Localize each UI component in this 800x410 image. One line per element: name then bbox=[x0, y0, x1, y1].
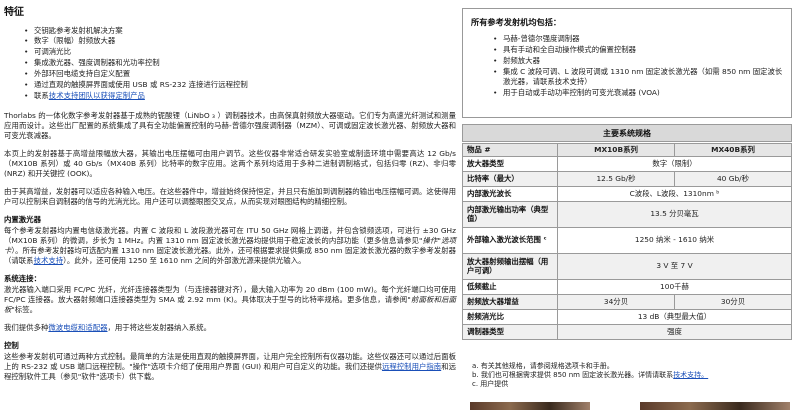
spec-col-mx10b: MX10B系列 bbox=[557, 143, 675, 157]
included-item: 马赫-曾德尔强度调制器 bbox=[493, 34, 783, 44]
included-item: 具有手动和全自动操作模式的偏置控制器 bbox=[493, 45, 783, 55]
spec-row-label: 调制器类型 bbox=[462, 323, 558, 340]
included-item: 射频放大器 bbox=[493, 56, 783, 66]
feature-item: 交钥匙参考发射机解决方案 bbox=[24, 26, 456, 36]
feature-last-prefix: 联系 bbox=[34, 91, 49, 101]
table-row: 比特率（最大） 12.5 Gb/秒 40 Gb/秒 bbox=[462, 170, 792, 187]
spec-table: 物品 # MX10B系列 MX40B系列 放大器类型 数字（限制） 比特率（最大… bbox=[462, 143, 792, 340]
spec-row-value: 34分贝 bbox=[557, 293, 675, 310]
spec-row-value: 30分贝 bbox=[674, 293, 792, 310]
included-box: 所有参考发射机均包括： 马赫-曾德尔强度调制器 具有手动和全自动操作模式的偏置控… bbox=[462, 8, 792, 118]
spec-row-value: 13.5 分贝毫瓦 bbox=[557, 200, 792, 228]
left-column: 特征 交钥匙参考发射机解决方案 数字（限幅）射频放大器 可调消光比 集成激光器、… bbox=[4, 4, 456, 390]
spec-row-value: 1250 纳米 - 1610 纳米 bbox=[557, 226, 792, 254]
spec-row-label: 比特率（最大） bbox=[462, 170, 558, 187]
intro-paragraph-1: Thorlabs 的一体化数字参考发射器基于成熟的铌酸锂（LiNbO ₃ ）调制… bbox=[4, 111, 456, 141]
footnote-b: b. 我们也可根据需求提供 850 nm 固定波长激光器。详情请联系技术支持。 bbox=[472, 371, 792, 380]
laser-text-3: ）。此外，还可使用 1250 至 1610 nm 之间的外部激光源来提供光输入。 bbox=[63, 256, 306, 266]
spec-header-row: 物品 # MX10B系列 MX40B系列 bbox=[462, 143, 792, 157]
laser-paragraph: 每个参考发射器均内置电信级激光器。内置 C 波段和 L 波段激光器可在 ITU … bbox=[4, 226, 456, 266]
tech-support-link[interactable]: 技术支持 bbox=[34, 256, 64, 265]
feature-item: 可调消光比 bbox=[24, 47, 456, 57]
connection-paragraph: 激光器输入端口采用 FC/PC 光纤，光纤连接器类型为（与连接器键对齐），最大输… bbox=[4, 285, 456, 315]
cables-suffix: ，用于将这些发射器纳入系统。 bbox=[107, 323, 211, 333]
table-row: 射频放大器增益 34分贝 30分贝 bbox=[462, 293, 792, 310]
spec-row-value: C波段、L波段、1310nm ᵇ bbox=[557, 185, 792, 202]
spec-row-label: 内部激光波长 bbox=[462, 185, 558, 202]
spec-col-label: 物品 # bbox=[462, 143, 558, 157]
control-paragraph: 这些参考发射机可通过两种方式控制。最简单的方法是使用直观的触摸屏界面，让用户完全… bbox=[4, 352, 456, 382]
spec-col-mx40b: MX40B系列 bbox=[674, 143, 792, 157]
laser-text: 每个参考发射器均内置电信级激光器。内置 C 波段和 L 波段激光器可在 ITU … bbox=[4, 226, 456, 246]
laser-section-title: 内置激光器 bbox=[4, 215, 41, 225]
spec-row-value: 12.5 Gb/秒 bbox=[557, 170, 675, 187]
remote-guide-link[interactable]: 远程控制用户指南 bbox=[382, 362, 441, 371]
feature-item: 数字（限幅）射频放大器 bbox=[24, 36, 456, 46]
feature-item: 外部环回电缆支持自定义配置 bbox=[24, 69, 456, 79]
microwave-cables-link[interactable]: 微波电缆和适配器 bbox=[48, 323, 107, 332]
product-photo-strip bbox=[470, 402, 590, 410]
spec-row-label: 射频放大器增益 bbox=[462, 293, 558, 310]
spec-table-title: 主要系统规格 bbox=[462, 124, 792, 142]
footnote-a: a. 有关其他规格，请参阅规格选项卡和手册。 bbox=[472, 362, 614, 370]
footnote-c: c. 用户提供 bbox=[472, 380, 509, 389]
control-section-title: 控制 bbox=[4, 341, 19, 351]
table-row: 调制器类型 强度 bbox=[462, 323, 792, 340]
table-row: 低频截止 100千赫 bbox=[462, 278, 792, 295]
spec-footnotes: a. 有关其他规格，请参阅规格选项卡和手册。 b. 我们也可根据需求提供 850… bbox=[472, 362, 792, 389]
included-list: 马赫-曾德尔强度调制器 具有手动和全自动操作模式的偏置控制器 射频放大器 集成 … bbox=[471, 34, 783, 98]
product-photo-strip bbox=[640, 402, 790, 410]
spec-row-value: 100千赫 bbox=[557, 278, 792, 295]
features-title: 特征 bbox=[4, 7, 24, 18]
feature-item: 通过直观的触摸屏界面或使用 USB 或 RS-232 连接进行远程控制 bbox=[24, 80, 456, 90]
footnote-tech-support-link[interactable]: 技术支持。 bbox=[673, 371, 708, 379]
table-row: 放大器射频输出摆幅（用户可调） 3 V 至 7 V bbox=[462, 252, 792, 280]
table-row: 内部激光波长 C波段、L波段、1310nm ᵇ bbox=[462, 185, 792, 202]
cables-prefix: 我们提供多种 bbox=[4, 323, 49, 333]
cables-paragraph: 我们提供多种微波电缆和适配器，用于将这些发射器纳入系统。 bbox=[4, 323, 456, 333]
spec-row-value: 40 Gb/秒 bbox=[674, 170, 792, 187]
table-row: 内部激光输出功率（典型值） 13.5 分贝毫瓦 bbox=[462, 200, 792, 228]
footnote-b-text: b. 我们也可根据需求提供 850 nm 固定波长激光器。详情请联系 bbox=[472, 371, 674, 380]
spec-row-label: 放大器类型 bbox=[462, 155, 558, 172]
spec-row-value: 3 V 至 7 V bbox=[557, 252, 792, 280]
intro-paragraph-3: 由于其高增益，发射器可以适应各种输入电压。在这些器件中，增益始终保持恒定，并且只… bbox=[4, 187, 456, 207]
spec-row-value: 强度 bbox=[557, 323, 792, 340]
feature-item: 集成激光器、强度调制器和光功率控制 bbox=[24, 58, 456, 68]
included-item: 用于自动或手动功率控制的可变光衰减器 (VOA) bbox=[493, 88, 783, 98]
spec-row-label: 外部输入激光波长范围 ᶜ bbox=[462, 226, 558, 254]
table-row: 外部输入激光波长范围 ᶜ 1250 纳米 - 1610 纳米 bbox=[462, 226, 792, 254]
table-row: 放大器类型 数字（限制） bbox=[462, 155, 792, 172]
spec-row-value: 数字（限制） bbox=[557, 155, 792, 172]
connection-text: 激光器输入端口采用 FC/PC 光纤，光纤连接器类型为（与连接器键对齐），最大输… bbox=[4, 285, 456, 305]
spec-row-label: 内部激光输出功率（典型值） bbox=[462, 200, 558, 228]
included-item: 集成 C 波段可调、L 波段可调或 1310 nm 固定波长激光器（如需 850… bbox=[493, 67, 783, 87]
table-row: 射频消光比 13 dB（典型最大值） bbox=[462, 308, 792, 325]
intro-paragraph-2: 本页上的发射器基于高增益限幅放大器，其输出电压摆幅可由用户调节。这些仪器非常适合… bbox=[4, 149, 456, 179]
included-title: 所有参考发射机均包括： bbox=[471, 17, 562, 27]
features-list: 交钥匙参考发射机解决方案 数字（限幅）射频放大器 可调消光比 集成激光器、强度调… bbox=[4, 26, 456, 102]
connection-section-title: 系统连接： bbox=[4, 274, 41, 284]
feature-item: 联系技术支持团队以获得定制产品 bbox=[24, 91, 456, 101]
connection-text-2: 标签。 bbox=[14, 305, 37, 315]
spec-row-label: 低频截止 bbox=[462, 278, 558, 295]
spec-row-label: 射频消光比 bbox=[462, 308, 558, 325]
tech-support-custom-link[interactable]: 技术支持团队以获得定制产品 bbox=[49, 91, 145, 100]
spec-row-value: 13 dB（典型最大值） bbox=[557, 308, 792, 325]
spec-row-label: 放大器射频输出摆幅（用户可调） bbox=[462, 252, 558, 280]
